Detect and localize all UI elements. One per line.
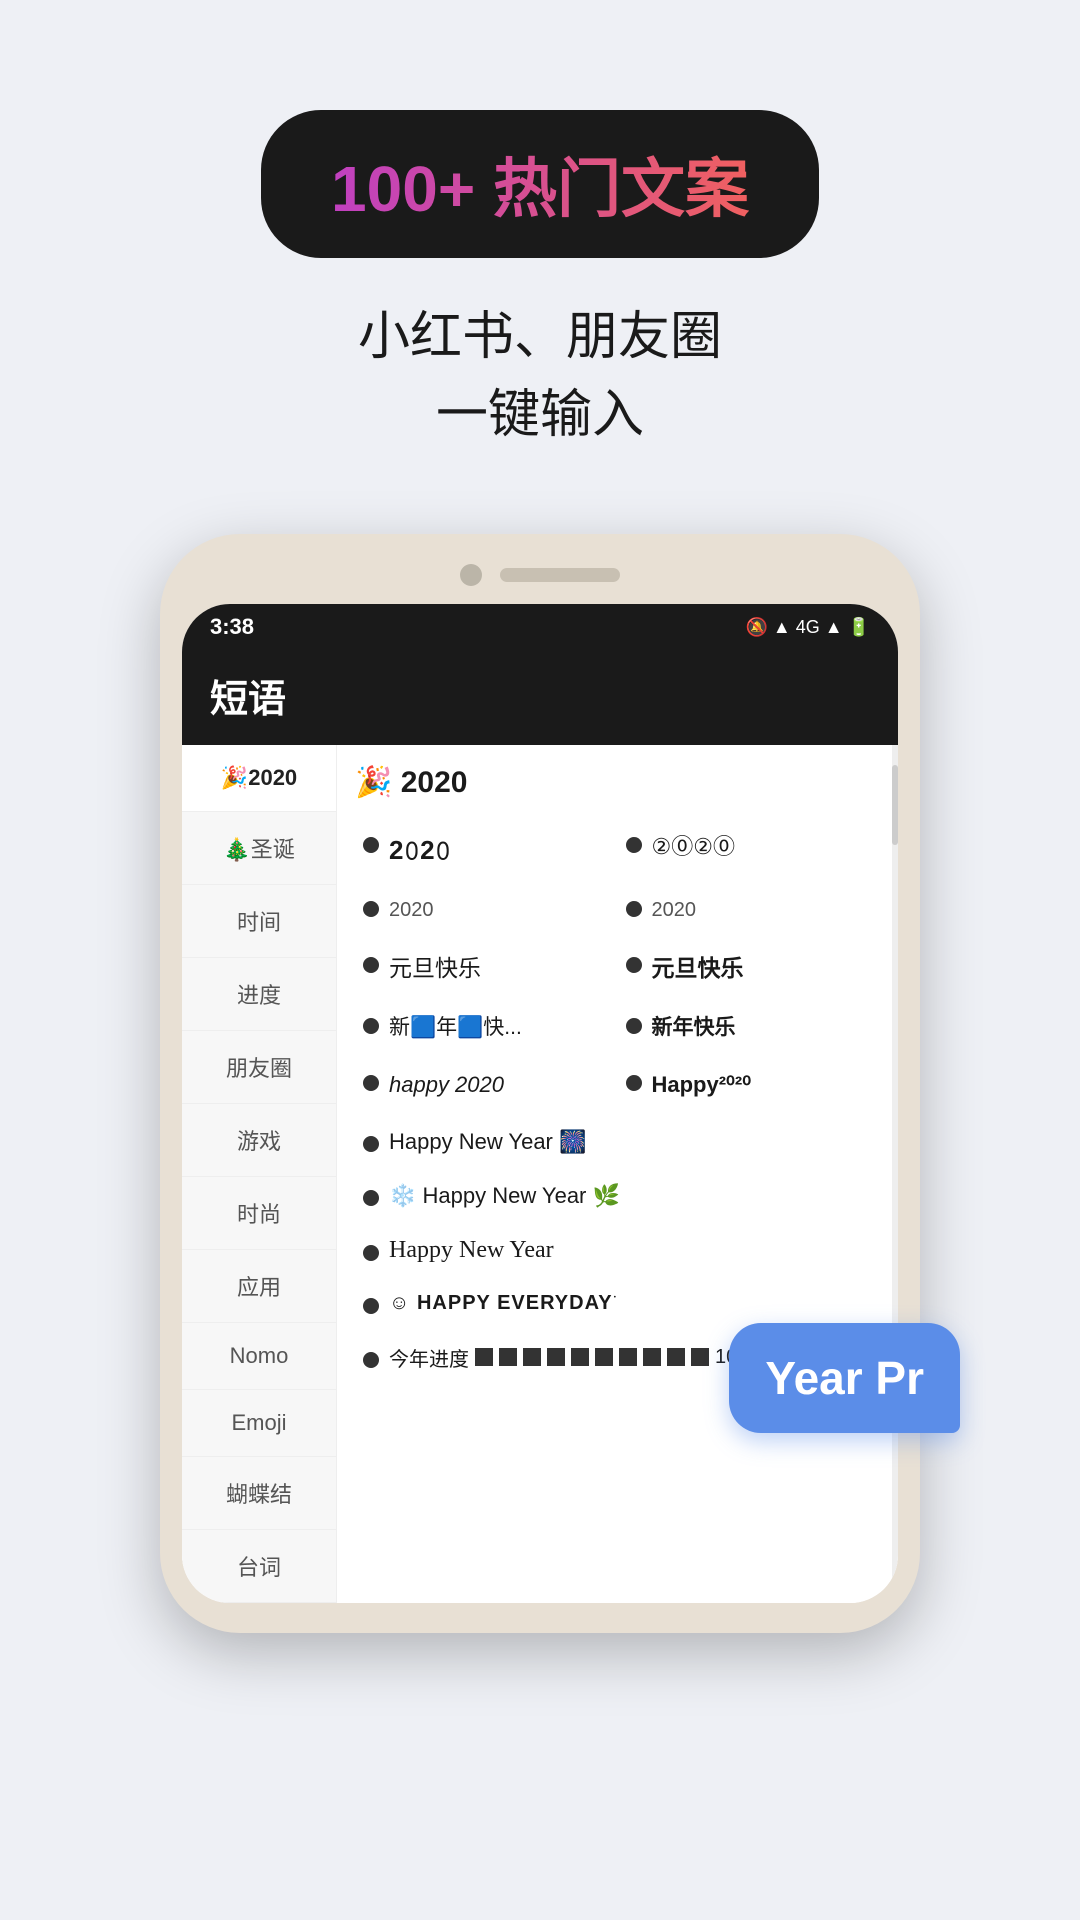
phone-outer: 3:38 🔕 ▲ 4G ▲ 🔋 短语 🎉2020 🎄圣诞 时间 进度 朋友圈 游… [160,534,920,1633]
bullet-icon [363,837,379,853]
status-time: 3:38 [210,614,254,640]
list-item[interactable]: ②⓪②⓪ [618,818,881,882]
badge-text: 100+ 热门文案 [331,153,749,225]
list-item[interactable]: 新🟦年🟦快... [355,999,618,1056]
bullet-icon [363,1245,379,1261]
item-text: happy 2020 [389,1070,504,1101]
prog-block [619,1348,637,1366]
bullet-icon [363,1190,379,1206]
camera-icon [460,564,482,586]
item-text: Happy²⁰²⁰ [652,1070,752,1101]
sidebar: 🎉2020 🎄圣诞 时间 进度 朋友圈 游戏 时尚 应用 Nomo Emoji … [182,745,337,1603]
prog-block [571,1348,589,1366]
scrollbar-thumb[interactable] [892,765,898,845]
item-text: 新年快乐 [652,1013,736,1042]
phone-top-bar [182,564,898,586]
item-text: 元旦快乐 [389,952,481,984]
tooltip-text: Year Pr [765,1352,924,1404]
bullet-icon [363,1298,379,1314]
list-item[interactable]: 2020 [618,882,881,938]
sidebar-item-friendcircle[interactable]: 朋友圈 [182,1031,336,1104]
sidebar-item-fashion[interactable]: 时尚 [182,1177,336,1250]
app-body: 🎉2020 🎄圣诞 时间 进度 朋友圈 游戏 时尚 应用 Nomo Emoji … [182,745,898,1603]
bullet-icon [626,957,642,973]
item-text: 今年进度 100% [389,1343,766,1372]
list-item[interactable]: 新年快乐 [618,999,881,1056]
badge: 100+ 热门文案 [261,110,819,258]
bullet-icon [363,1075,379,1091]
item-text: 2020 [389,896,434,924]
prog-block [691,1348,709,1366]
sidebar-item-nomo[interactable]: Nomo [182,1323,336,1390]
sidebar-item-2020[interactable]: 🎉2020 [182,745,336,812]
bullet-icon [363,1136,379,1152]
sidebar-item-emoji[interactable]: Emoji [182,1390,336,1457]
item-text: ②⓪②⓪ [652,832,735,863]
bullet-icon [363,1352,379,1368]
status-bar: 3:38 🔕 ▲ 4G ▲ 🔋 [182,604,898,650]
bullet-icon [363,901,379,917]
subtitle-line1: 小红书、朋友圈 [358,298,722,376]
scrollbar[interactable] [892,745,898,1603]
item-text: 2020 [652,896,697,924]
prog-block [523,1348,541,1366]
bullet-icon [626,837,642,853]
list-item[interactable]: Happy New Year 🎆 [355,1115,880,1169]
subtitle-line2: 一键输入 [358,376,722,454]
item-text: 元旦快乐 [652,952,744,984]
speaker-slot [500,568,620,582]
sidebar-item-bowtie[interactable]: 蝴蝶结 [182,1457,336,1530]
list-item[interactable]: Happy New Year [355,1223,880,1278]
list-item[interactable]: ❄️ Happy New Year 🌿 [355,1169,880,1223]
list-item[interactable]: happy 2020 [355,1056,618,1115]
list-item[interactable]: 2𝟶2𝟶 [355,818,618,882]
status-icons: 🔕 ▲ 4G ▲ 🔋 [746,617,870,638]
prog-block [499,1348,517,1366]
main-content: 🎉 🎉 20202020 2𝟶2𝟶 ②⓪②⓪ [337,745,898,1603]
item-text: ❄️ Happy New Year 🌿 [389,1183,620,1209]
prog-block [667,1348,685,1366]
list-item[interactable]: 2020 [355,882,618,938]
badge-container: 100+ 热门文案 [261,110,819,258]
bullet-icon [626,901,642,917]
bullet-icon [363,1018,379,1034]
bullet-icon [626,1018,642,1034]
subtitle: 小红书、朋友圈 一键输入 [358,298,722,454]
app-title: 短语 [210,679,286,721]
phone-mockup: 3:38 🔕 ▲ 4G ▲ 🔋 短语 🎉2020 🎄圣诞 时间 进度 朋友圈 游… [160,534,920,1633]
sidebar-item-christmas[interactable]: 🎄圣诞 [182,812,336,885]
app-header: 短语 [182,650,898,745]
sidebar-item-time[interactable]: 时间 [182,885,336,958]
items-grid: 2𝟶2𝟶 ②⓪②⓪ 2020 2020 [355,818,880,1115]
sidebar-item-progress[interactable]: 进度 [182,958,336,1031]
prog-block [547,1348,565,1366]
item-text: 2𝟶2𝟶 [389,832,451,868]
prog-block [643,1348,661,1366]
item-text: 新🟦年🟦快... [389,1013,522,1042]
list-item[interactable]: Happy²⁰²⁰ [618,1056,881,1115]
phone-screen: 3:38 🔕 ▲ 4G ▲ 🔋 短语 🎉2020 🎄圣诞 时间 进度 朋友圈 游… [182,604,898,1603]
bullet-icon [363,957,379,973]
prog-block [475,1348,493,1366]
list-item[interactable]: ☺ HAPPY EVERYDAY͘ [355,1278,880,1329]
sidebar-item-app[interactable]: 应用 [182,1250,336,1323]
sidebar-item-game[interactable]: 游戏 [182,1104,336,1177]
bullet-icon [626,1075,642,1091]
prog-block [595,1348,613,1366]
tooltip-bubble: Year Pr [729,1323,960,1433]
item-text: ☺ HAPPY EVERYDAY͘ [389,1292,613,1315]
list-item[interactable]: 元旦快乐 [618,938,881,998]
section-title: 🎉 🎉 20202020 [355,765,880,800]
item-text: Happy New Year 🎆 [389,1129,586,1155]
sidebar-item-lines[interactable]: 台词 [182,1530,336,1603]
list-item[interactable]: 元旦快乐 [355,938,618,998]
item-text: Happy New Year [389,1237,554,1264]
